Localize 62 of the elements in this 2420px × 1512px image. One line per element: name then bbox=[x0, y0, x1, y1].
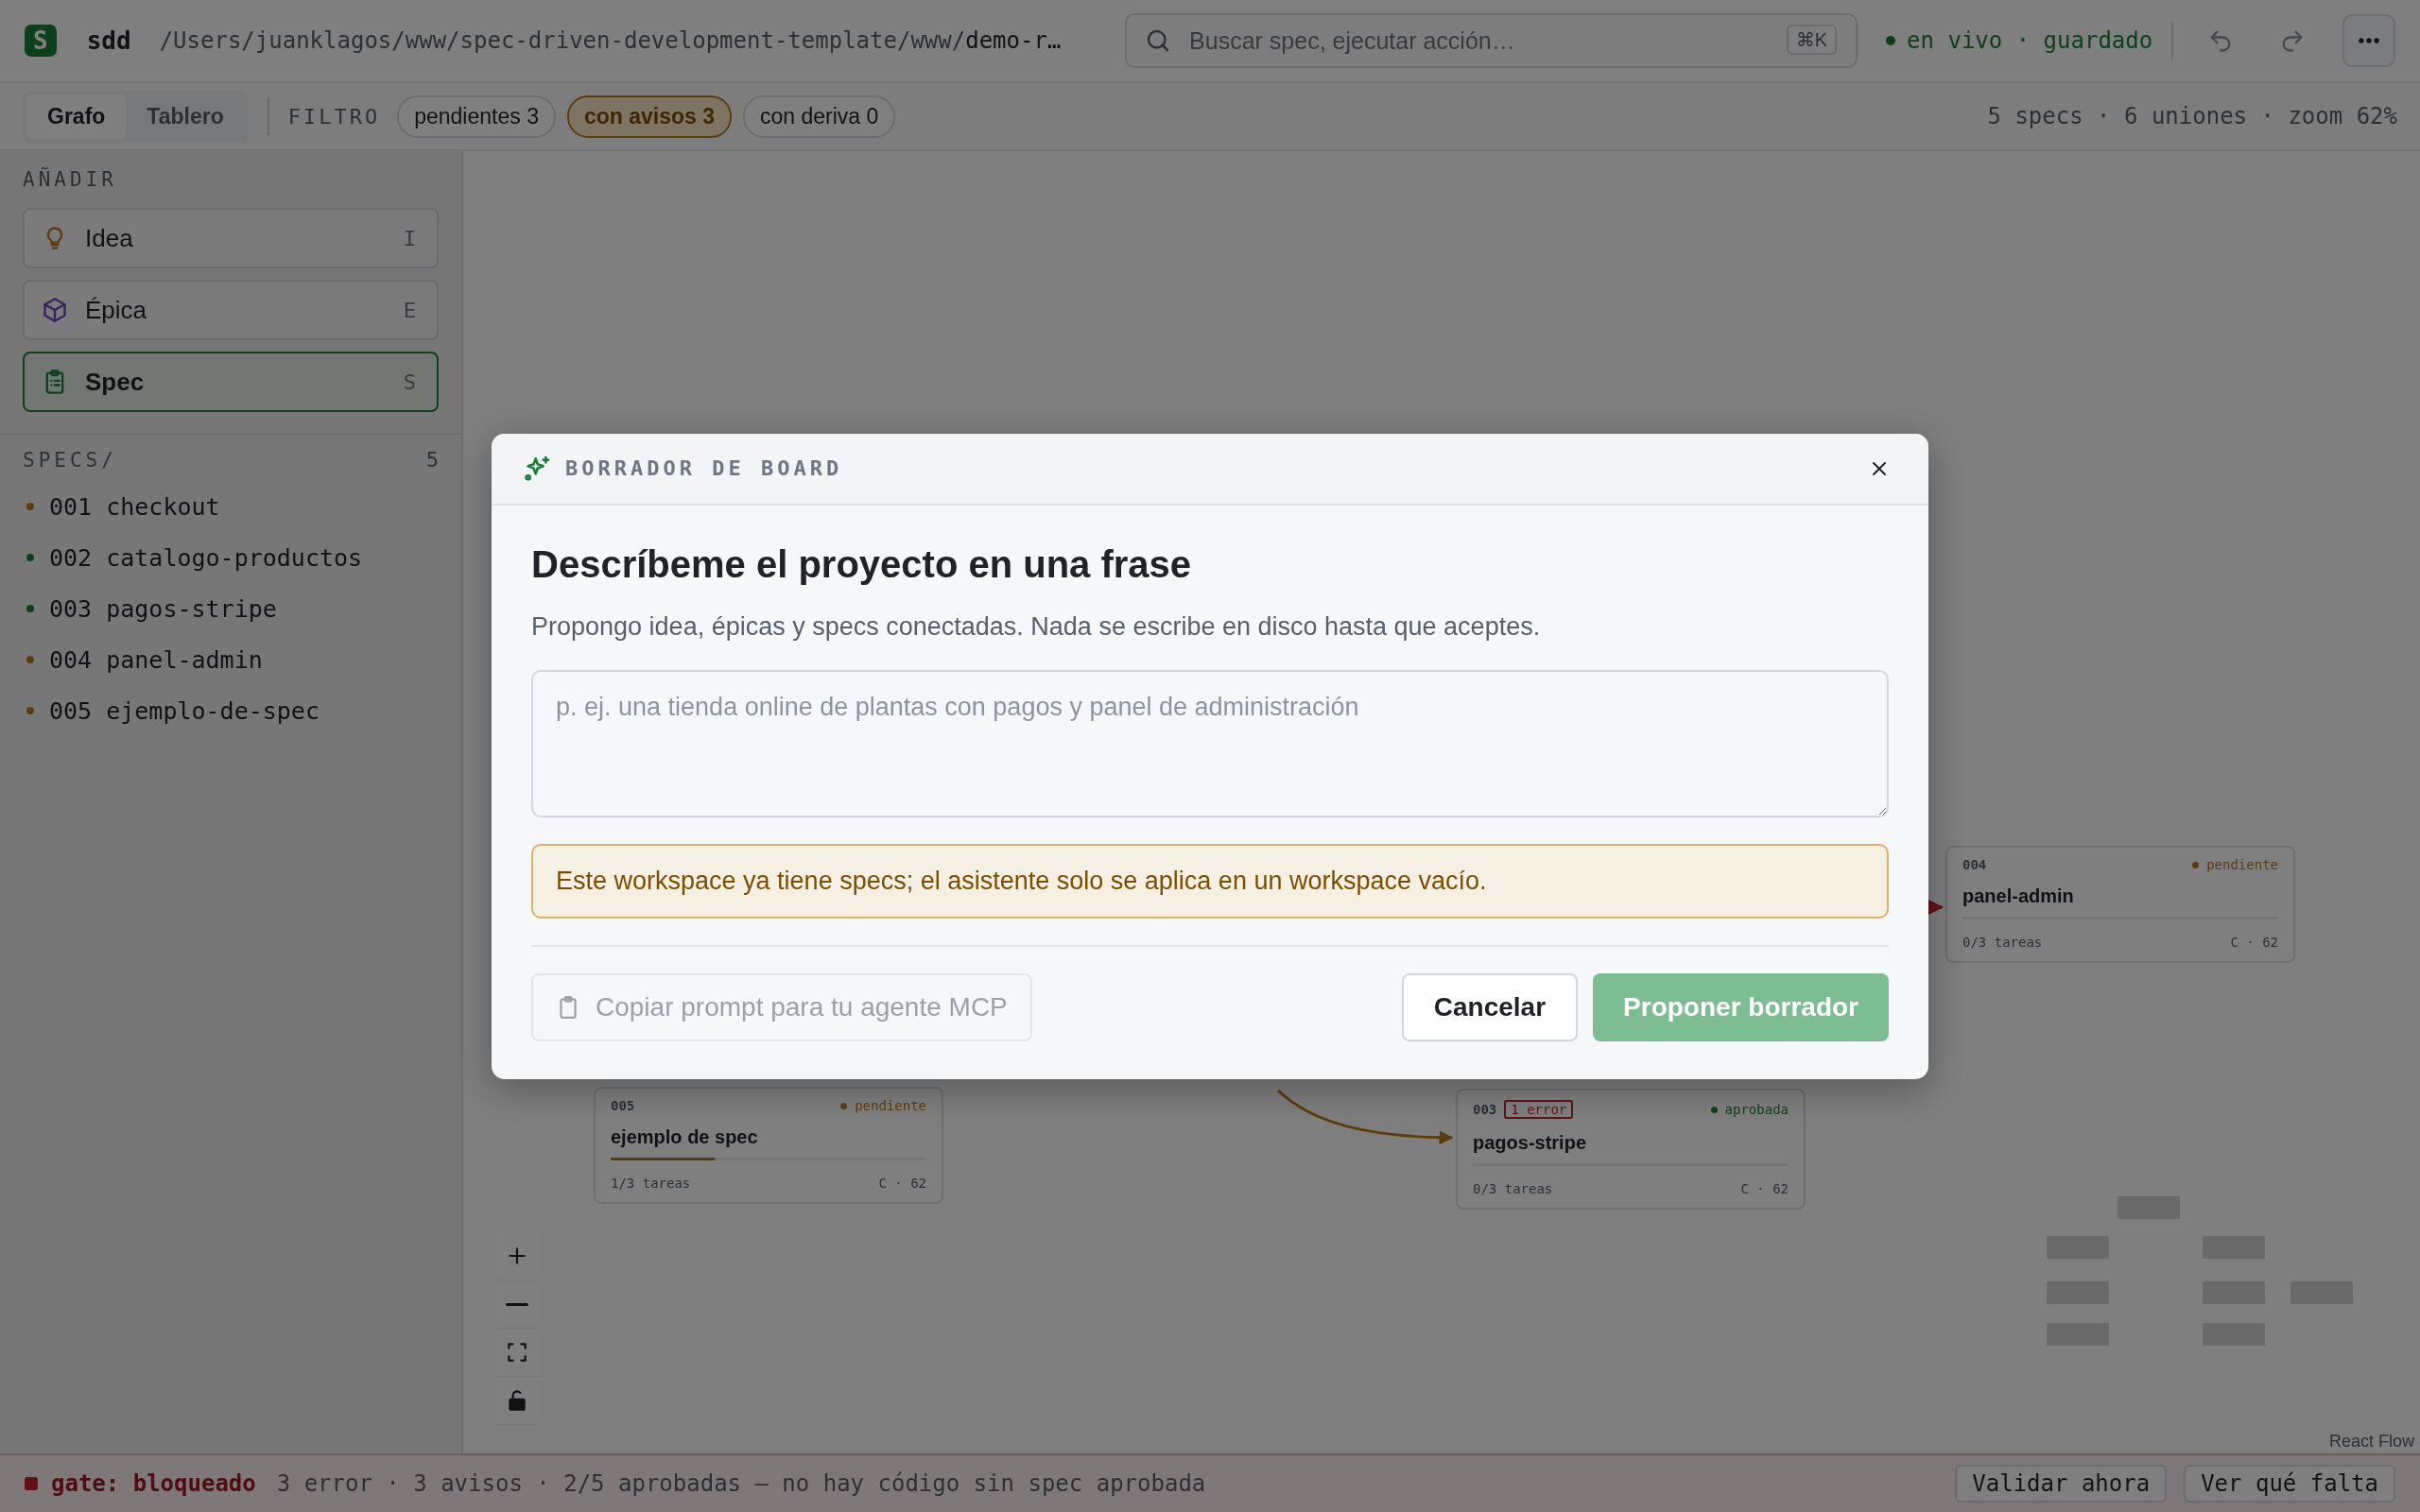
fit-view-icon bbox=[505, 1340, 529, 1365]
graph-stats: 5 specs · 6 uniones · zoom 62% bbox=[1987, 103, 2397, 129]
spec-node[interactable]: 005 pendiente ejemplo de spec 1/3 tareas C · 62 bbox=[594, 1087, 943, 1204]
filter-chip[interactable]: con deriva 0 bbox=[743, 94, 896, 138]
spec-node[interactable]: 003 1 error aprobada pagos-stripe 0/3 tareas C · 62 bbox=[1456, 1089, 1806, 1210]
node-meta: C · 62 bbox=[1740, 1181, 1789, 1196]
status-action-button[interactable]: Ver qué falta bbox=[2184, 1465, 2395, 1503]
add-spec-button[interactable]: Spec S bbox=[23, 352, 439, 412]
spec-link[interactable]: 003 pagos-stripe bbox=[49, 594, 277, 623]
more-button[interactable] bbox=[2342, 14, 2395, 67]
node-meta: C · 62 bbox=[878, 1176, 926, 1191]
spec-count: 5 bbox=[425, 448, 439, 472]
status-label: pendiente bbox=[2206, 857, 2278, 872]
dialog-heading: Descríbeme el proyecto en una frase bbox=[531, 542, 1193, 586]
node-meta: C · 62 bbox=[2230, 935, 2278, 950]
error-badge: 1 error bbox=[1504, 1100, 1574, 1119]
status-label: aprobada bbox=[1724, 1102, 1789, 1117]
project-path: /Users/juanklagos/www/spec-driven-development-template/www/ bbox=[159, 27, 966, 54]
spec-link[interactable]: 005 ejemplo-de-spec bbox=[49, 696, 320, 725]
cancel-button[interactable]: Cancelar bbox=[1401, 972, 1579, 1041]
shortcut-key: S bbox=[403, 369, 416, 394]
sync-status: en vivo · guardado bbox=[1907, 27, 2153, 54]
section-title: SPECS/ bbox=[23, 448, 117, 472]
spec-number: 003 bbox=[1473, 1102, 1497, 1117]
status-action-button[interactable]: Validar ahora bbox=[1955, 1465, 2168, 1503]
shortcut-key: ⌘K bbox=[1786, 25, 1838, 55]
dialog-title: BORRADOR DE BOARD bbox=[565, 456, 843, 480]
status-label: pendiente bbox=[855, 1098, 926, 1113]
view-tab[interactable]: Tablero bbox=[126, 94, 245, 139]
task-count: 1/3 tareas bbox=[611, 1176, 691, 1191]
spec-link[interactable]: 004 panel-admin bbox=[49, 645, 263, 674]
spec-number: 004 bbox=[1962, 857, 1987, 872]
project-description-field[interactable]: p. ej. una tienda online de plantas con pagos y panel de administración bbox=[531, 669, 1889, 817]
app-name: sdd bbox=[86, 26, 131, 55]
dialog-description: Propongo idea, épicas y specs conectadas. Nada se escribe en disco hasta que aceptes. bbox=[531, 611, 1542, 642]
filter-chip[interactable]: con avisos 3 bbox=[566, 94, 732, 138]
more-icon bbox=[2359, 38, 2380, 43]
spec-node[interactable]: 004 pendiente panel-admin 0/3 tareas C · 62 bbox=[1945, 846, 2295, 963]
task-count: 0/3 tareas bbox=[1473, 1181, 1553, 1196]
filter-label: FILTRO bbox=[287, 104, 381, 129]
add-idea-button[interactable]: Idea I bbox=[23, 208, 439, 268]
project-folder: demo-r… bbox=[965, 27, 1062, 54]
cube-icon bbox=[42, 297, 68, 323]
node-title: pagos-stripe bbox=[1473, 1132, 1588, 1154]
spec-number: 005 bbox=[611, 1098, 635, 1113]
gate-icon bbox=[25, 1477, 38, 1490]
node-title: panel-admin bbox=[1962, 885, 2075, 907]
filter-chip[interactable]: pendientes 3 bbox=[397, 94, 556, 138]
spec-link[interactable]: 001 checkout bbox=[49, 492, 220, 521]
shortcut-key: E bbox=[403, 298, 416, 322]
warning-message: Este workspace ya tiene specs; el asistente solo se aplica en un workspace vacío. bbox=[531, 843, 1889, 919]
shortcut-key: I bbox=[403, 226, 416, 250]
minus-icon bbox=[506, 1302, 528, 1306]
add-epic-button[interactable]: Épica E bbox=[23, 280, 439, 340]
spec-link[interactable]: 002 catalogo-productos bbox=[49, 543, 363, 572]
task-count: 0/3 tareas bbox=[1962, 935, 2043, 950]
node-title: ejemplo de spec bbox=[611, 1126, 759, 1148]
app-logo: S bbox=[25, 25, 57, 57]
view-tab[interactable]: Grafo bbox=[26, 94, 127, 139]
section-title: AÑADIR bbox=[23, 168, 118, 191]
gate-summary: 3 error · 3 avisos · 2/5 aprobadas — no hay código sin spec aprobada bbox=[276, 1470, 1206, 1497]
gate-status: gate: bloqueado bbox=[51, 1470, 256, 1497]
